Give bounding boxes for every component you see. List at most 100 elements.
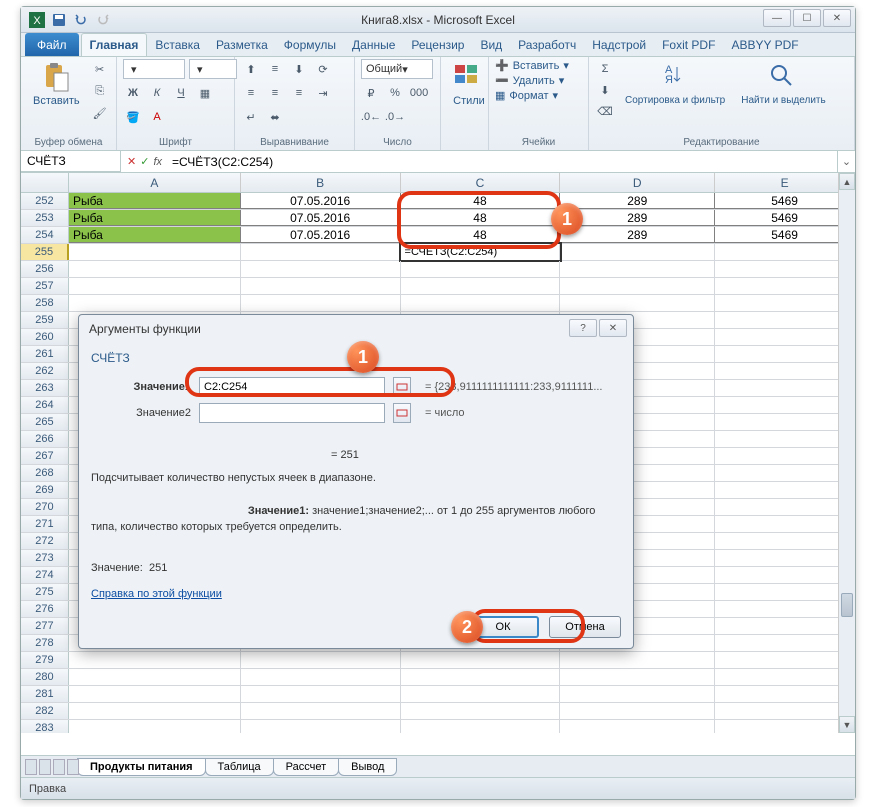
- cell[interactable]: [715, 380, 855, 396]
- row-header[interactable]: 280: [21, 669, 69, 685]
- row-header[interactable]: 257: [21, 278, 69, 294]
- format-painter-icon[interactable]: 🖌: [90, 103, 110, 123]
- cell[interactable]: [69, 261, 241, 277]
- cell[interactable]: [241, 244, 401, 260]
- row-header[interactable]: 273: [21, 550, 69, 566]
- row-header[interactable]: 259: [21, 312, 69, 328]
- row-header[interactable]: 264: [21, 397, 69, 413]
- orientation-icon[interactable]: ⟳: [313, 59, 333, 79]
- cell[interactable]: [560, 244, 715, 260]
- align-center-icon[interactable]: ≡: [265, 83, 285, 103]
- maximize-button[interactable]: ☐: [793, 9, 821, 27]
- cell[interactable]: [241, 720, 401, 733]
- percent-icon[interactable]: %: [385, 83, 405, 103]
- cancel-formula-icon[interactable]: ✕: [127, 155, 136, 168]
- font-size-combo[interactable]: ▾: [189, 59, 237, 79]
- row-header[interactable]: 260: [21, 329, 69, 345]
- minimize-button[interactable]: —: [763, 9, 791, 27]
- cell[interactable]: [715, 295, 855, 311]
- cell[interactable]: [560, 295, 715, 311]
- cell[interactable]: Рыба: [69, 193, 241, 209]
- sheet-tab[interactable]: Рассчет: [273, 758, 340, 776]
- row-header[interactable]: 275: [21, 584, 69, 600]
- cell[interactable]: [715, 414, 855, 430]
- row-header[interactable]: 266: [21, 431, 69, 447]
- cell[interactable]: [401, 720, 561, 733]
- row-header[interactable]: 278: [21, 635, 69, 651]
- row-header[interactable]: 282: [21, 703, 69, 719]
- tab-layout[interactable]: Разметка: [208, 33, 276, 56]
- row-header[interactable]: 255: [21, 244, 69, 260]
- col-header-e[interactable]: E: [715, 173, 855, 192]
- cells-delete[interactable]: ➖Удалить ▾: [495, 74, 564, 87]
- row-header[interactable]: 268: [21, 465, 69, 481]
- sort-filter-button[interactable]: AЯ Сортировка и фильтр: [619, 59, 731, 108]
- select-all-corner[interactable]: [21, 173, 69, 192]
- align-right-icon[interactable]: ≡: [289, 83, 309, 103]
- cell[interactable]: [715, 499, 855, 515]
- cell[interactable]: 289: [560, 210, 715, 226]
- function-help-link[interactable]: Справка по этой функции: [91, 588, 222, 600]
- cell[interactable]: [401, 261, 561, 277]
- cell[interactable]: [715, 686, 855, 702]
- expand-formula-bar[interactable]: ⌄: [837, 151, 855, 172]
- ok-button[interactable]: ОК: [467, 616, 539, 638]
- row-header[interactable]: 271: [21, 516, 69, 532]
- align-top-icon[interactable]: ⬆: [241, 59, 261, 79]
- cell[interactable]: Рыба: [69, 227, 241, 243]
- cell[interactable]: [560, 652, 715, 668]
- tab-data[interactable]: Данные: [344, 33, 403, 56]
- cell[interactable]: [401, 652, 561, 668]
- cell[interactable]: [69, 703, 241, 719]
- wrap-text-icon[interactable]: ↵: [241, 107, 261, 127]
- fill-icon[interactable]: ⬇: [595, 80, 615, 100]
- cell[interactable]: [715, 448, 855, 464]
- scroll-down-icon[interactable]: ▼: [839, 716, 855, 733]
- tab-addins[interactable]: Надстрой: [584, 33, 654, 56]
- arg1-input[interactable]: [199, 377, 385, 397]
- cell[interactable]: [715, 363, 855, 379]
- col-header-a[interactable]: A: [69, 173, 241, 192]
- row-header[interactable]: 261: [21, 346, 69, 362]
- cell[interactable]: [715, 567, 855, 583]
- cell[interactable]: [69, 669, 241, 685]
- cell[interactable]: [560, 686, 715, 702]
- cell[interactable]: [401, 278, 561, 294]
- cell[interactable]: [69, 720, 241, 733]
- row-header[interactable]: 254: [21, 227, 69, 243]
- sheet-nav[interactable]: [25, 759, 79, 775]
- cell[interactable]: [715, 516, 855, 532]
- row-header[interactable]: 270: [21, 499, 69, 515]
- cell[interactable]: [241, 703, 401, 719]
- cell[interactable]: 5469: [715, 210, 855, 226]
- row-header[interactable]: 267: [21, 448, 69, 464]
- arg2-refedit-icon[interactable]: [393, 403, 411, 423]
- cell[interactable]: 07.05.2016: [241, 227, 401, 243]
- redo-icon[interactable]: [95, 12, 111, 28]
- row-header[interactable]: 263: [21, 380, 69, 396]
- vertical-scrollbar[interactable]: ▲ ▼: [838, 173, 855, 733]
- cell[interactable]: [401, 703, 561, 719]
- clear-icon[interactable]: ⌫: [595, 101, 615, 121]
- cell[interactable]: [715, 329, 855, 345]
- indent-icon[interactable]: ⇥: [313, 83, 333, 103]
- cell[interactable]: [715, 397, 855, 413]
- col-header-b[interactable]: B: [241, 173, 401, 192]
- row-header[interactable]: 277: [21, 618, 69, 634]
- cell[interactable]: [241, 686, 401, 702]
- cell[interactable]: [715, 720, 855, 733]
- cell[interactable]: [715, 244, 855, 260]
- cell[interactable]: [715, 669, 855, 685]
- cell[interactable]: [401, 686, 561, 702]
- cell[interactable]: 48: [401, 210, 561, 226]
- currency-icon[interactable]: ₽: [361, 83, 381, 103]
- cell[interactable]: [560, 278, 715, 294]
- align-middle-icon[interactable]: ≡: [265, 59, 285, 79]
- file-tab[interactable]: Файл: [25, 33, 79, 56]
- cell[interactable]: [69, 686, 241, 702]
- cell[interactable]: [241, 295, 401, 311]
- undo-icon[interactable]: [73, 12, 89, 28]
- cell[interactable]: Рыба: [69, 210, 241, 226]
- save-icon[interactable]: [51, 12, 67, 28]
- tab-formulas[interactable]: Формулы: [276, 33, 344, 56]
